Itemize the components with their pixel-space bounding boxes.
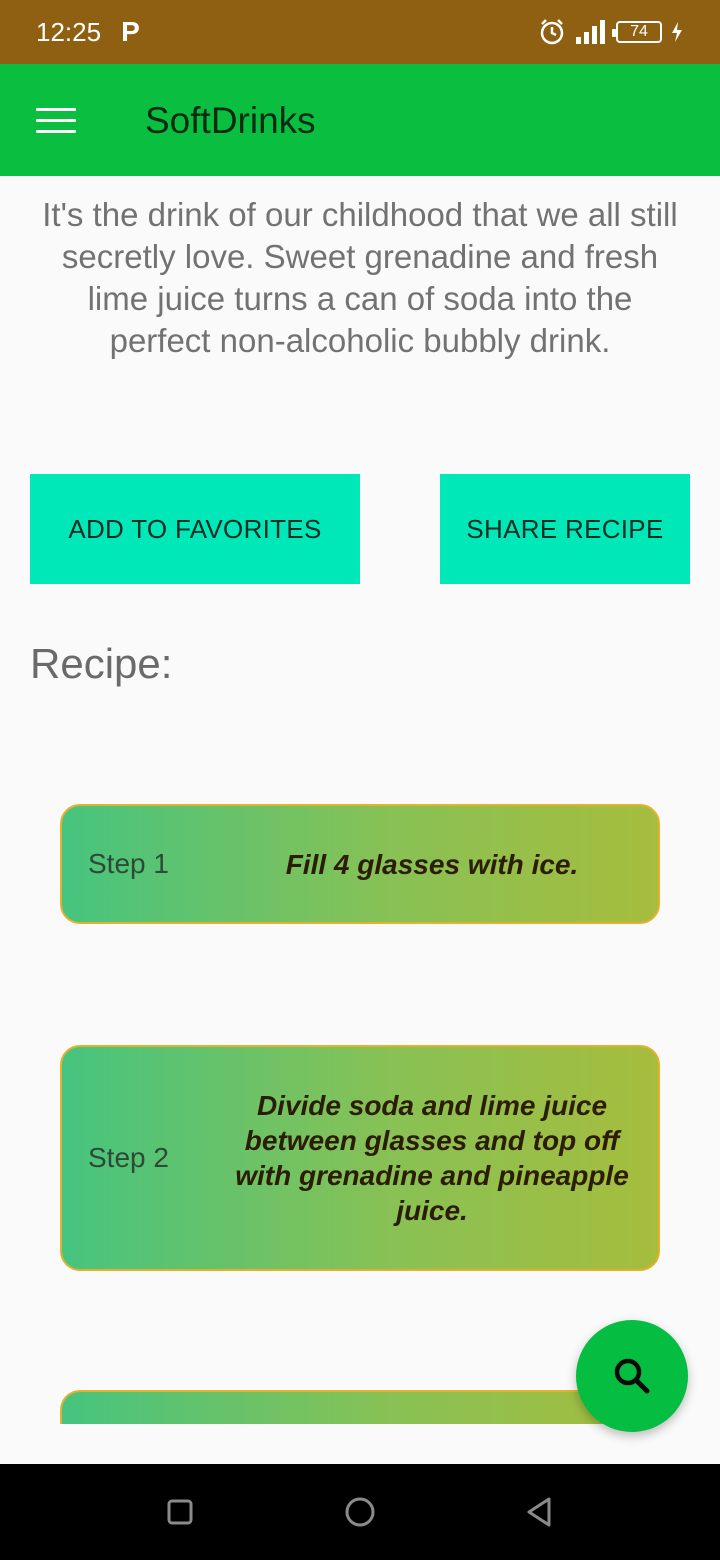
recipe-heading: Recipe: bbox=[30, 640, 173, 687]
charging-icon bbox=[672, 22, 682, 42]
recents-button[interactable] bbox=[158, 1490, 202, 1534]
alarm-icon bbox=[540, 19, 564, 45]
navigation-bar bbox=[0, 1464, 720, 1560]
step-label: Step 2 bbox=[88, 1142, 169, 1173]
status-right: 74 bbox=[538, 18, 684, 46]
add-to-favorites-button[interactable]: ADD TO FAVORITES bbox=[30, 474, 360, 584]
square-icon bbox=[167, 1499, 193, 1525]
menu-icon[interactable] bbox=[36, 108, 76, 134]
status-bar: 12:25 P 74 bbox=[0, 0, 720, 64]
battery-level: 74 bbox=[630, 23, 648, 40]
step-card: Step 2 Divide soda and lime juice betwee… bbox=[60, 1045, 660, 1271]
step-text: Fill 4 glasses with ice. bbox=[285, 848, 579, 880]
step-label: Step 1 bbox=[88, 848, 169, 879]
search-icon bbox=[614, 1358, 650, 1394]
drink-description: It's the drink of our childhood that we … bbox=[42, 196, 678, 359]
share-recipe-button[interactable]: SHARE RECIPE bbox=[440, 474, 690, 584]
step-card: Step 1 Fill 4 glasses with ice. bbox=[60, 804, 660, 924]
triangle-back-icon bbox=[527, 1497, 551, 1527]
circle-icon bbox=[345, 1497, 375, 1527]
step-card-partial bbox=[60, 1390, 660, 1424]
back-button[interactable] bbox=[518, 1490, 562, 1534]
search-fab[interactable] bbox=[576, 1320, 688, 1432]
status-left: 12:25 P bbox=[36, 16, 140, 48]
signal-icon bbox=[576, 20, 605, 44]
app-bar: SoftDrinks bbox=[0, 64, 720, 176]
status-time: 12:25 bbox=[36, 16, 102, 47]
step-text: Divide soda and lime juice between glass… bbox=[235, 1090, 629, 1226]
battery-icon: 74 bbox=[612, 21, 662, 43]
home-button[interactable] bbox=[338, 1490, 382, 1534]
app-title: SoftDrinks bbox=[145, 100, 316, 141]
parking-icon: P bbox=[121, 16, 140, 47]
